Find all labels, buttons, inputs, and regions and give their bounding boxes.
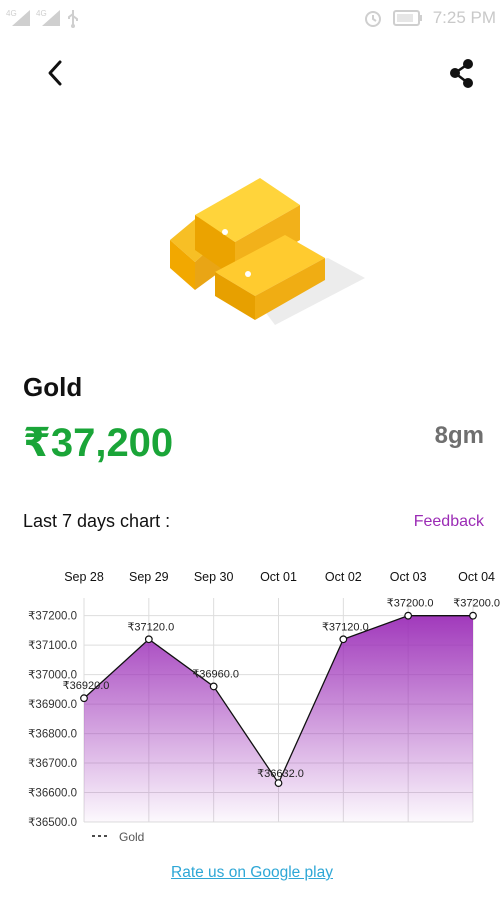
data-label: ₹37120.0	[127, 621, 174, 633]
legend-label: Gold	[119, 830, 144, 844]
alarm-icon	[364, 11, 381, 27]
x-axis-ticks: Sep 28 Sep 29 Sep 30 Oct 01 Oct 02 Oct 03 Oct …	[64, 570, 495, 584]
chart-legend: Gold	[92, 830, 144, 844]
data-point-1	[144, 635, 153, 644]
y-axis-ticks: ₹36500.0 ₹36600.0 ₹36700.0 ₹36800.0 ₹36900.0…	[28, 611, 77, 829]
data-label: ₹36960.0	[192, 668, 239, 680]
x-tick-label: Oct 01	[260, 570, 297, 584]
data-label: ₹36632.0	[257, 768, 304, 780]
data-point-3	[274, 779, 283, 787]
data-label: ₹37200.0	[453, 598, 500, 610]
data-point-0	[80, 694, 88, 703]
status-right: 7:25 PM	[363, 8, 496, 28]
x-tick-label: Oct 02	[325, 570, 362, 584]
gold-bars-icon	[170, 178, 365, 325]
signal-label: 4G	[6, 9, 17, 18]
battery-icon	[392, 10, 422, 26]
y-tick-label: ₹37200.0	[28, 611, 77, 623]
rate-us-link[interactable]: Rate us on Google play	[0, 864, 504, 882]
data-label: ₹36920.0	[63, 680, 110, 692]
product-name: Gold	[23, 372, 83, 402]
x-tick-label: Sep 28	[64, 570, 104, 584]
x-tick-label: Sep 30	[194, 570, 234, 584]
data-label: ₹37200.0	[387, 598, 434, 610]
status-time: 7:25 PM	[432, 8, 496, 27]
y-tick-label: ₹36800.0	[28, 729, 77, 741]
feedback-link[interactable]: Feedback	[414, 513, 484, 531]
signal-icon: 4G	[6, 9, 30, 26]
data-point-5	[404, 611, 413, 620]
share-icon	[450, 59, 473, 88]
status-bar: 4G 4G 7:25 PM	[0, 0, 504, 36]
data-label: ₹37120.0	[322, 621, 369, 633]
share-button[interactable]	[442, 54, 482, 94]
signal-label-2: 4G	[36, 9, 47, 18]
data-point-6	[469, 611, 477, 620]
data-point-4	[339, 635, 348, 644]
x-tick-label: Oct 04	[458, 570, 495, 584]
y-tick-label: ₹37100.0	[28, 640, 77, 652]
price-chart: ₹36500.0 ₹36600.0 ₹36700.0 ₹36800.0 ₹36900.0…	[28, 570, 500, 844]
product-weight: 8gm	[434, 422, 484, 449]
signal-icon-2: 4G	[36, 9, 60, 26]
y-tick-label: ₹36500.0	[28, 817, 77, 829]
chart-title: Last 7 days chart :	[23, 511, 171, 531]
header	[0, 50, 504, 98]
x-tick-label: Oct 03	[390, 570, 427, 584]
usb-icon	[68, 10, 78, 28]
product-price: ₹37,200	[23, 421, 174, 465]
data-point-2	[209, 682, 218, 691]
y-tick-label: ₹36900.0	[28, 699, 77, 711]
y-tick-label: ₹36600.0	[28, 788, 77, 800]
chevron-left-icon	[48, 60, 62, 86]
status-left: 4G 4G	[6, 8, 80, 28]
y-tick-label: ₹36700.0	[28, 758, 77, 770]
x-tick-label: Sep 29	[129, 570, 169, 584]
back-button[interactable]	[36, 52, 76, 92]
